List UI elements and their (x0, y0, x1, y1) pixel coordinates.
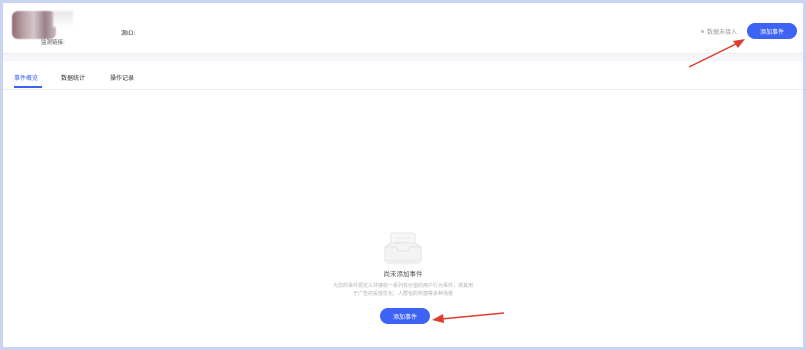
header-separator (3, 54, 803, 61)
page-frame: 监测链接: 源ID: 数据未接入 添加事件 事件概览 数据统计 操作记录 尚未添… (3, 3, 803, 347)
annotation-arrow-center-icon (432, 312, 505, 323)
active-tab-indicator (14, 86, 42, 88)
thumbnail-blur (53, 11, 73, 27)
empty-state-description-line1: 为您的事件源定义并接收一系列有价值的用户行为事件，将其用 (332, 283, 473, 289)
tab-event-overview[interactable]: 事件概览 (14, 73, 38, 82)
empty-inbox-icon (384, 232, 422, 265)
empty-state-description-line2: 于广告的投放优化、人群包的构建等多种场景 (352, 291, 453, 297)
source-header: 监测链接: 源ID: 数据未接入 添加事件 (3, 3, 803, 54)
source-id-label: 源ID: (121, 30, 136, 37)
source-thumbnail (12, 11, 56, 39)
tab-bar: 事件概览 数据统计 操作记录 (3, 61, 803, 90)
empty-state-description: 为您的事件源定义并接收一系列有价值的用户行为事件，将其用 于广告的投放优化、人群… (318, 282, 488, 298)
add-event-button-header[interactable]: 添加事件 (747, 23, 797, 39)
tab-operation-log[interactable]: 操作记录 (110, 73, 134, 82)
data-status: 数据未接入 (701, 27, 737, 36)
monitor-link-label: 监测链接: (41, 40, 65, 46)
status-dot-icon (701, 30, 704, 33)
add-event-button-center[interactable]: 添加事件 (380, 308, 430, 324)
tab-data-statistics[interactable]: 数据统计 (61, 73, 85, 82)
status-text: 数据未接入 (707, 29, 738, 36)
empty-state-title: 尚未添加事件 (383, 270, 423, 278)
